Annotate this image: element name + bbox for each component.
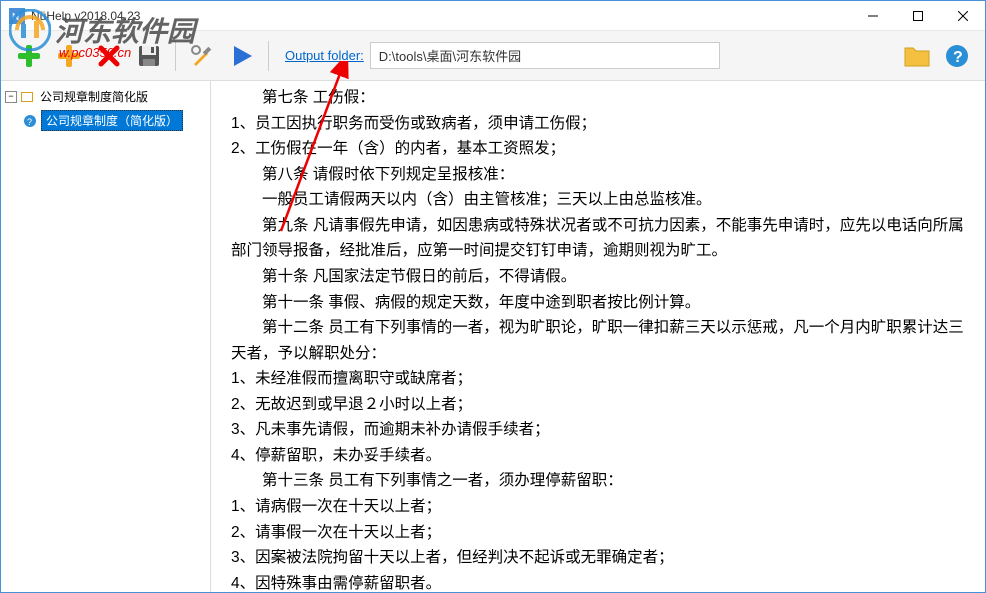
document-line: 3、凡未事先请假，而逾期未补办请假手续者； [231, 417, 965, 443]
document-line: 第十三条 员工有下列事情之一者，须办理停薪留职： [231, 468, 965, 494]
tree-root-label: 公司规章制度简化版 [38, 87, 150, 106]
document-line: 3、因案被法院拘留十天以上者，但经判决不起诉或无罪确定者； [231, 545, 965, 571]
help-button[interactable]: ? [939, 38, 975, 74]
document-line: 4、因特殊事由需停薪留职者。 [231, 571, 965, 592]
tree-collapse-icon[interactable]: − [5, 91, 17, 103]
window-controls [850, 1, 985, 30]
page-icon: ? [23, 114, 37, 128]
document-line: 第九条 凡请事假先申请，如因患病或特殊状况者或不可抗力因素，不能事先申请时，应先… [231, 213, 965, 264]
document-line: 2、工伤假在一年（含）的内者，基本工资照发； [231, 136, 965, 162]
tree-root-item[interactable]: − 公司规章制度简化版 [5, 85, 206, 108]
tree-child-label: 公司规章制度（简化版） [41, 110, 183, 131]
document-line: 4、停薪留职，未办妥手续者。 [231, 443, 965, 469]
app-icon: N [9, 8, 25, 24]
document-content[interactable]: 第七条 工伤假：1、员工因执行职务而受伤或致病者，须申请工伤假；2、工伤假在一年… [211, 81, 985, 592]
minimize-button[interactable] [850, 1, 895, 30]
add-green-button[interactable] [11, 38, 47, 74]
save-button[interactable] [131, 38, 167, 74]
document-line: 第八条 请假时依下列规定呈报核准： [231, 162, 965, 188]
window-title: NüHelp v2018.04.23 [31, 9, 850, 23]
titlebar: N NüHelp v2018.04.23 [1, 1, 985, 31]
book-icon [20, 90, 34, 104]
svg-text:?: ? [953, 49, 963, 66]
folder-button[interactable] [899, 38, 935, 74]
document-line: 2、请事假一次在十天以上者； [231, 520, 965, 546]
settings-button[interactable] [184, 38, 220, 74]
document-line: 第七条 工伤假： [231, 85, 965, 111]
document-line: 第十二条 员工有下列事情的一者，视为旷职论，旷职一律扣薪三天以示惩戒，凡一个月内… [231, 315, 965, 366]
output-folder-label[interactable]: Output folder: [285, 48, 364, 63]
document-line: 第十条 凡国家法定节假日的前后，不得请假。 [231, 264, 965, 290]
tree-child-item[interactable]: ? 公司规章制度（简化版） [5, 108, 206, 133]
watermark-url: w.pc0359.cn [59, 45, 131, 60]
document-line: 第十一条 事假、病假的规定天数，年度中途到职者按比例计算。 [231, 290, 965, 316]
document-line: 1、未经准假而擅离职守或缺席者； [231, 366, 965, 392]
document-line: 一般员工请假两天以内（含）由主管核准；三天以上由总监核准。 [231, 187, 965, 213]
document-line: 1、请病假一次在十天以上者； [231, 494, 965, 520]
svg-text:?: ? [27, 117, 32, 127]
run-button[interactable] [224, 38, 260, 74]
toolbar: Output folder: D:\tools\桌面\河东软件园 ? [1, 31, 985, 81]
output-folder-path[interactable]: D:\tools\桌面\河东软件园 [370, 42, 720, 69]
document-line: 1、员工因执行职务而受伤或致病者，须申请工伤假； [231, 111, 965, 137]
document-line: 2、无故迟到或早退２小时以上者； [231, 392, 965, 418]
maximize-button[interactable] [895, 1, 940, 30]
toolbar-separator [268, 41, 269, 71]
svg-text:N: N [12, 12, 19, 23]
tree-sidebar[interactable]: − 公司规章制度简化版 ? 公司规章制度（简化版） [1, 81, 211, 592]
toolbar-separator [175, 41, 176, 71]
close-button[interactable] [940, 1, 985, 30]
